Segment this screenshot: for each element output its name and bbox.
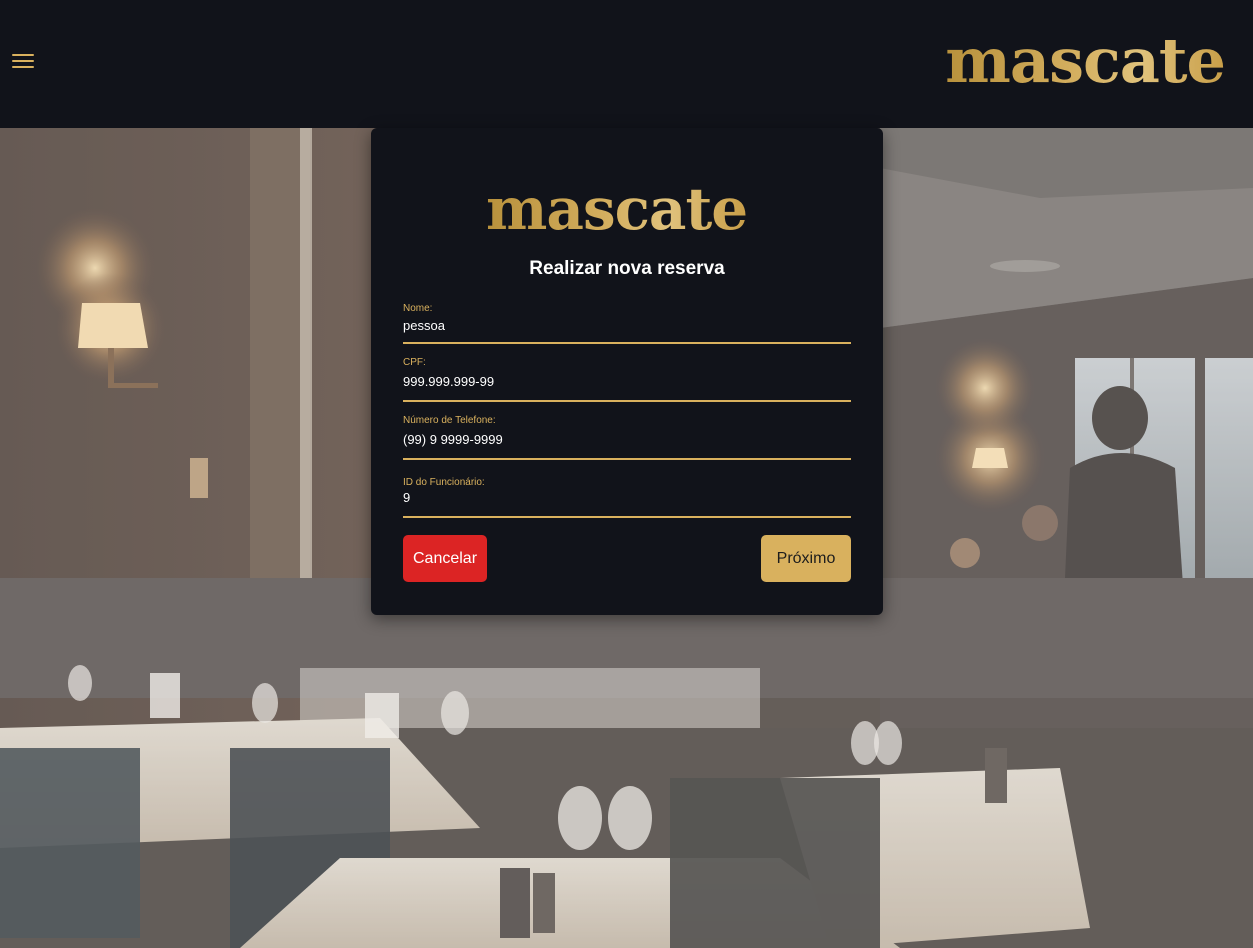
phone-field: Número de Telefone: — [403, 415, 851, 460]
employee-id-input[interactable] — [403, 488, 851, 506]
modal-logo: mascate — [486, 175, 748, 243]
menu-line — [12, 60, 34, 62]
menu-line — [12, 54, 34, 56]
modal-title: Realizar nova reserva — [529, 258, 725, 279]
next-button[interactable]: Próximo — [761, 535, 851, 582]
employee-id-label: ID do Funcionário: — [403, 477, 485, 488]
name-input[interactable] — [403, 316, 851, 334]
cpf-field: CPF: — [403, 357, 851, 402]
phone-input[interactable] — [403, 430, 851, 448]
hamburger-menu-icon[interactable] — [8, 49, 38, 73]
phone-label: Número de Telefone: — [403, 415, 496, 426]
menu-line — [12, 66, 34, 68]
cpf-label: CPF: — [403, 357, 426, 368]
name-field: Nome: — [403, 303, 851, 344]
cancel-button[interactable]: Cancelar — [403, 535, 487, 582]
header-logo[interactable]: mascate — [945, 30, 1226, 92]
employee-id-field: ID do Funcionário: — [403, 477, 851, 518]
top-header: mascate — [0, 0, 1253, 128]
cpf-input[interactable] — [403, 372, 851, 390]
name-label: Nome: — [403, 303, 433, 314]
